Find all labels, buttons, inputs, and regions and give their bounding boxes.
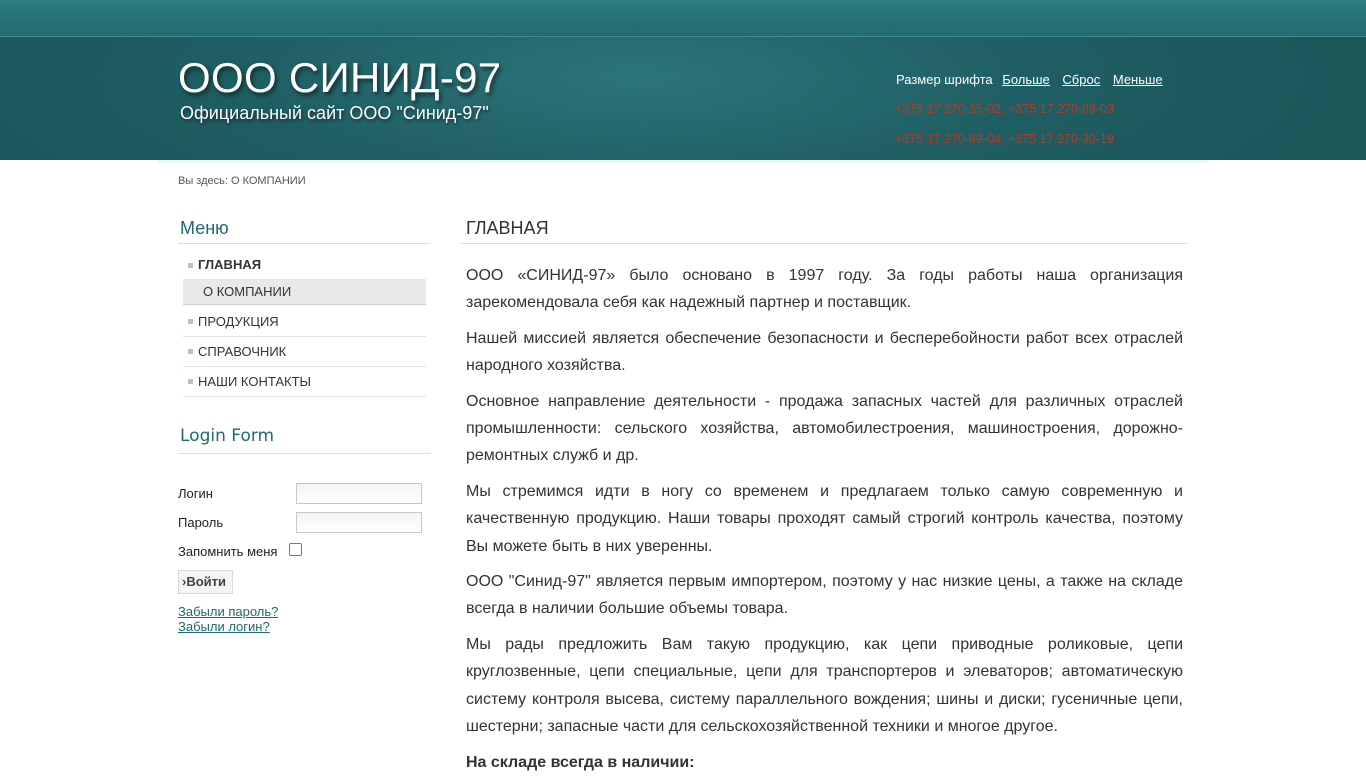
paragraph: Мы рады предложить Вам такую продукцию, … [466,635,1183,736]
paragraph: Нашей миссией является обеспечение безоп… [466,329,1183,375]
remember-me-label: Запомнить меня [178,544,278,559]
menu-divider [178,243,431,244]
username-input[interactable] [296,483,422,504]
page-title-divider [461,243,1188,244]
paragraph: Основное направление деятельности - прод… [466,392,1183,465]
bullet-icon [188,263,193,268]
menu-item-about[interactable]: О КОМПАНИИ [183,279,426,305]
paragraph: ООО "Синид-97" является первым импортеро… [466,573,1183,618]
forgot-login-link[interactable]: Забыли логин? [178,619,270,634]
login-button[interactable]: ›Войти [178,570,233,594]
menu-item-label: СПРАВОЧНИК [198,344,287,359]
font-size-label: Размер шрифта [896,72,993,87]
menu-item-label: НАШИ КОНТАКТЫ [198,374,312,389]
font-bigger-link[interactable]: Больше [1002,72,1050,87]
menu-item-products[interactable]: ПРОДУКЦИЯ [183,307,426,337]
menu-title: Меню [180,218,229,238]
menu-item-contacts[interactable]: НАШИ КОНТАКТЫ [183,367,426,397]
password-label: Пароль [178,515,224,530]
main-menu: ГЛАВНАЯ О КОМПАНИИ ПРОДУКЦИЯ СПРАВОЧНИК … [183,251,426,397]
forgot-password-link[interactable]: Забыли пароль? [178,604,278,619]
site-title[interactable]: ООО СИНИД-97 [178,54,501,102]
font-smaller-link[interactable]: Меньше [1113,72,1163,87]
password-input[interactable] [296,512,422,533]
page-title: ГЛАВНАЯ [466,218,549,238]
menu-item-label: ПРОДУКЦИЯ [198,314,279,329]
paragraph: ООО «СИНИД-97» было основано в 1997 году… [466,267,1183,312]
login-form-title: Login Form [180,426,275,446]
site-subtitle: Официальный сайт ООО "Синид-97" [180,103,489,123]
stock-heading: На складе всегда в наличии: [466,753,695,771]
phone-numbers-line-2: +375 17 270-89-04, +375 17 270-30-19 [895,132,1114,146]
bullet-icon [188,319,193,324]
article-content: ООО «СИНИД-97» было основано в 1997 году… [466,262,1183,784]
phone-numbers-line-1: +375 17 270-35-02, +375 17 270-89-03 [895,102,1114,116]
bullet-icon [188,349,193,354]
breadcrumb: Вы здесь: О КОМПАНИИ [178,175,306,187]
menu-item-label: ГЛАВНАЯ [198,257,262,272]
paragraph: Мы стремимся идти в ногу со временем и п… [466,482,1183,555]
login-divider [178,453,431,454]
menu-item-home[interactable]: ГЛАВНАЯ [183,251,426,279]
menu-item-reference[interactable]: СПРАВОЧНИК [183,337,426,367]
header-bottom-bar [158,160,1208,163]
font-size-controls: Размер шрифта Больше Сброс Меньше [896,72,1163,87]
top-strip [0,0,1366,37]
font-reset-link[interactable]: Сброс [1062,72,1100,87]
menu-item-label: О КОМПАНИИ [203,284,292,299]
bullet-icon [188,379,193,384]
remember-me-checkbox[interactable] [289,543,302,556]
username-label: Логин [178,486,213,501]
